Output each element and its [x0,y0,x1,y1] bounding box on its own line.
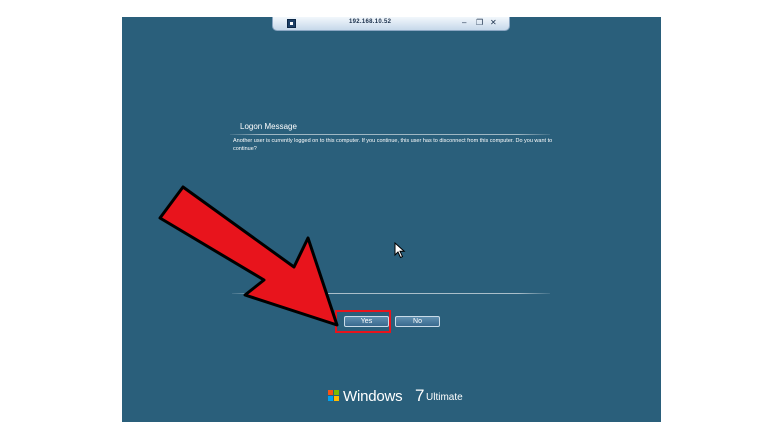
mouse-pointer-icon [394,242,406,259]
product-edition: Ultimate [426,392,463,403]
yes-button-highlight [335,310,391,333]
dialog-bottom-divider [232,293,550,294]
dialog-top-divider [230,134,550,135]
dialog-message: Another user is currently logged on to t… [233,138,553,152]
remote-connection-bar: 192.168.10.52 – ❐ ✕ [272,17,510,31]
page: 192.168.10.52 – ❐ ✕ Logon Message Anothe… [0,0,783,440]
dialog-title: Logon Message [240,122,297,131]
minimize-icon[interactable]: – [462,18,466,28]
product-version: 7 [415,386,425,405]
no-button[interactable]: No [395,316,440,327]
close-icon[interactable]: ✕ [490,18,497,28]
product-name: Windows [343,388,403,405]
pin-icon[interactable] [287,19,296,28]
restore-icon[interactable]: ❐ [476,18,483,28]
remote-host-address: 192.168.10.52 [349,19,392,25]
windows-flag-icon [328,390,340,402]
remote-desktop-screen: 192.168.10.52 – ❐ ✕ Logon Message Anothe… [122,17,661,422]
